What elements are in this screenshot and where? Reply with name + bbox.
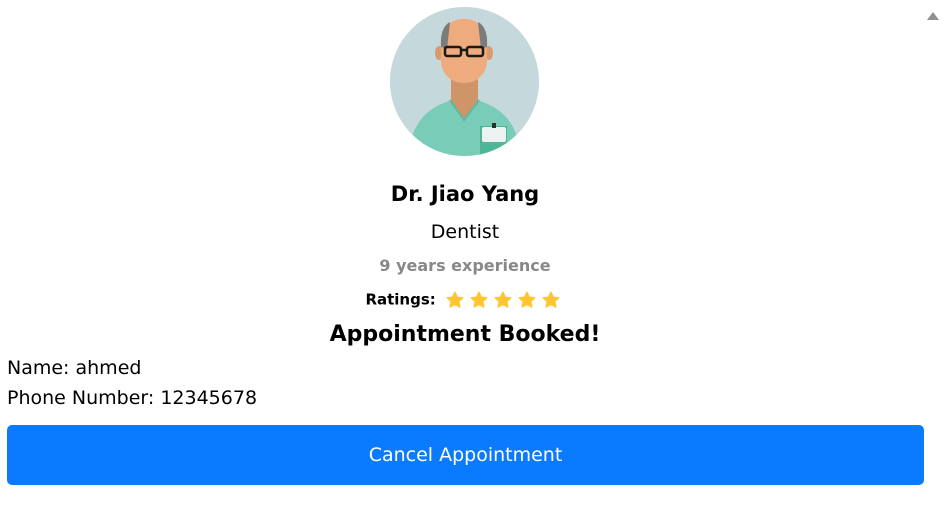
ratings-label: Ratings: <box>365 290 436 309</box>
rating-stars <box>445 288 565 312</box>
patient-phone: Phone Number: 12345678 <box>7 387 258 409</box>
star-icon <box>518 291 536 308</box>
doctor-avatar <box>390 7 539 156</box>
doctor-name: Dr. Jiao Yang <box>390 182 540 206</box>
star-icon <box>542 291 560 308</box>
cancel-appointment-button[interactable]: Cancel Appointment <box>7 425 924 485</box>
doctor-specialty: Dentist <box>430 221 500 243</box>
patient-name: Name: ahmed <box>7 357 142 379</box>
star-icon <box>470 291 488 308</box>
star-icon <box>446 291 464 308</box>
scroll-up-arrow-icon[interactable] <box>927 12 939 20</box>
star-icon <box>494 291 512 308</box>
ratings-row: Ratings: <box>0 287 930 312</box>
appointment-page: Dr. Jiao Yang Dentist 9 years experience… <box>0 0 948 530</box>
doctor-illustration <box>390 7 539 156</box>
doctor-experience: 9 years experience <box>379 256 551 275</box>
appointment-status: Appointment Booked! <box>329 322 601 347</box>
